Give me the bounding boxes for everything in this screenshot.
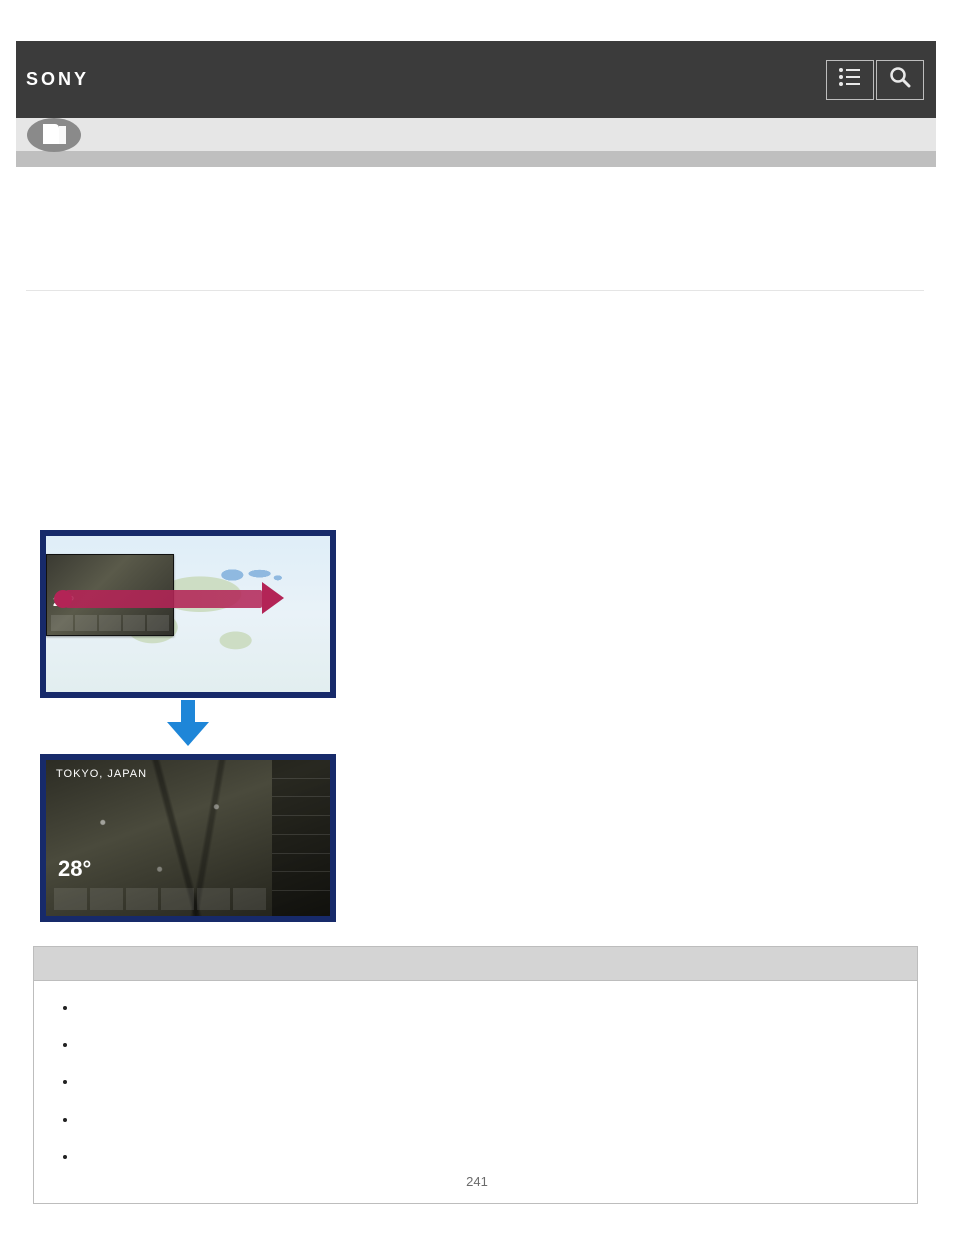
- side-row: [272, 760, 330, 779]
- weather-title: TOKYO, JAPAN: [56, 768, 147, 780]
- side-row: [272, 779, 330, 798]
- forecast-cell: [90, 888, 123, 910]
- forecast-cell: [161, 888, 194, 910]
- weather-side-panel: [272, 760, 330, 916]
- hint-box: [33, 946, 918, 1204]
- figure-top-panel: 28°: [40, 530, 336, 698]
- forecast-cell: [233, 888, 266, 910]
- down-arrow-wrap: [40, 698, 336, 754]
- header-actions: [826, 60, 924, 100]
- forecast-cell: [197, 888, 230, 910]
- side-row: [272, 854, 330, 873]
- forecast-cell: [54, 888, 87, 910]
- menu-icon: [838, 67, 862, 92]
- swipe-right-arrow-icon: [54, 586, 284, 618]
- subheader-bar: [16, 118, 936, 151]
- hint-item: [78, 995, 903, 1020]
- menu-button[interactable]: [826, 60, 874, 100]
- forecast-cell: [126, 888, 159, 910]
- hint-list: [48, 995, 903, 1169]
- search-button[interactable]: [876, 60, 924, 100]
- side-row: [272, 835, 330, 854]
- header-bar: SONY: [16, 41, 936, 118]
- side-row: [272, 797, 330, 816]
- weather-forecast-row: [54, 888, 266, 910]
- figure-bottom-panel: TOKYO, JAPAN 28°: [40, 754, 336, 922]
- brand-logo: SONY: [26, 69, 89, 90]
- swipe-arrowhead: [262, 582, 284, 614]
- user-guide-icon[interactable]: [26, 117, 82, 153]
- swipe-bar: [66, 590, 262, 608]
- hint-item: [78, 1107, 903, 1132]
- weather-temp: 28°: [58, 856, 91, 882]
- down-arrow-icon: [167, 700, 209, 753]
- page-number: 241: [0, 1174, 954, 1189]
- page: SONY: [0, 0, 954, 1235]
- side-row: [272, 872, 330, 891]
- hint-item: [78, 1069, 903, 1094]
- side-row: [272, 816, 330, 835]
- search-icon: [889, 66, 911, 93]
- hint-header: [34, 947, 917, 981]
- section-divider: [26, 290, 924, 291]
- figure-switch-apps: 28°: [24, 530, 334, 922]
- hint-item: [78, 1032, 903, 1057]
- hint-item: [78, 1144, 903, 1169]
